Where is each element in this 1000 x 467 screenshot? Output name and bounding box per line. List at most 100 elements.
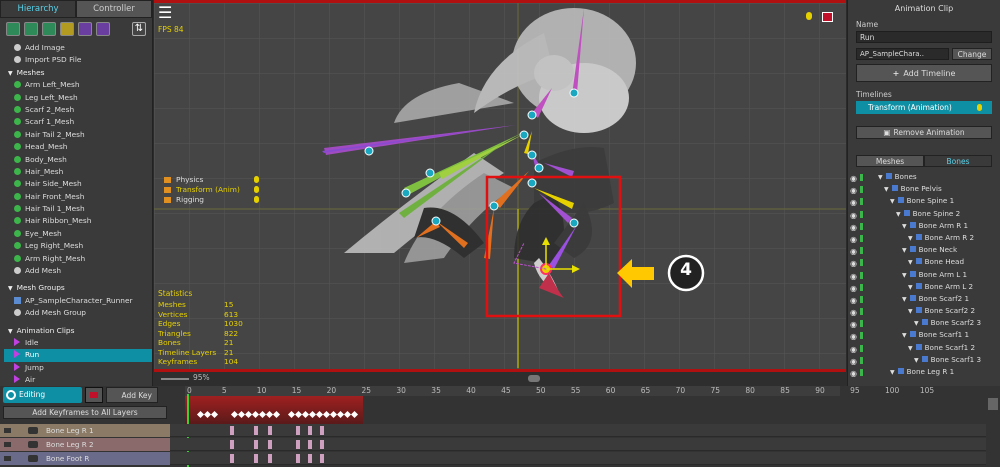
- meshes-header[interactable]: ▼ Meshes: [4, 67, 152, 79]
- clip-item[interactable]: Idle: [4, 337, 152, 349]
- collapse-icon[interactable]: [4, 442, 11, 447]
- mesh-item[interactable]: Arm Right_Mesh: [4, 253, 152, 265]
- mesh-item[interactable]: Eye_Mesh: [4, 228, 152, 240]
- bone-item[interactable]: ◉ ▼ Bone Spine 1: [848, 195, 1000, 207]
- timeline-track[interactable]: [170, 424, 986, 437]
- keyframe-marker[interactable]: [296, 426, 300, 435]
- timeline-ruler[interactable]: 0 5 10 15 20 25 30 35 40 45 50 55 60 65 70 75 80 85 90 95 10…: [185, 386, 934, 396]
- collapse-icon[interactable]: [4, 428, 11, 433]
- timeline-layer-row[interactable]: Bone Leg R 1: [0, 424, 170, 437]
- add-mesh-button[interactable]: Add Mesh: [4, 265, 152, 277]
- group-tool-icon[interactable]: [42, 22, 56, 36]
- mesh-item[interactable]: Head_Mesh: [4, 141, 152, 153]
- image-tool-icon[interactable]: [6, 22, 20, 36]
- keyframe-marker[interactable]: [230, 454, 234, 463]
- eye-icon[interactable]: ◉: [850, 368, 857, 380]
- keyframe-marker[interactable]: [210, 410, 219, 419]
- tab-controller[interactable]: Controller: [76, 0, 152, 18]
- mesh-item[interactable]: Arm Left_Mesh: [4, 79, 152, 91]
- timeline-layer-row[interactable]: Bone Leg R 2: [0, 438, 170, 451]
- record-icon[interactable]: [822, 12, 833, 22]
- keyframe-marker[interactable]: [230, 440, 234, 449]
- add-timeline-button[interactable]: + Add Timeline: [856, 64, 992, 82]
- clip-item[interactable]: Jump: [4, 362, 152, 374]
- bulb-icon[interactable]: [254, 196, 259, 203]
- keyframe-marker[interactable]: [296, 440, 300, 449]
- clip-item[interactable]: Air: [4, 374, 152, 386]
- bone-item[interactable]: ◉ ▼ Bone Arm L 2: [848, 281, 1000, 293]
- import-psd-button[interactable]: Import PSD File: [4, 54, 152, 66]
- add-key-button[interactable]: Add Key: [106, 387, 158, 403]
- keyframe-marker[interactable]: [272, 410, 281, 419]
- editing-toggle[interactable]: Editing: [3, 387, 82, 403]
- bone-item[interactable]: ◉ ▼ Bone Scarf1 1: [848, 329, 1000, 341]
- keyframe-marker[interactable]: [308, 454, 312, 463]
- zoom-slider[interactable]: [161, 378, 189, 380]
- mesh-groups-header[interactable]: ▼ Mesh Groups: [4, 282, 152, 294]
- mesh-item[interactable]: Hair Side_Mesh: [4, 178, 152, 190]
- keyframe-marker[interactable]: [308, 440, 312, 449]
- mesh-item[interactable]: Leg Left_Mesh: [4, 92, 152, 104]
- bone-item[interactable]: ◉ ▼ Bone Arm R 2: [848, 232, 1000, 244]
- add-mesh-group-button[interactable]: Add Mesh Group: [4, 307, 152, 319]
- keyframe-marker[interactable]: [254, 454, 258, 463]
- bone-item[interactable]: ◉ ▼ Bone Scarf1 2: [848, 342, 1000, 354]
- layer-item[interactable]: Physics: [158, 175, 259, 185]
- mesh-item[interactable]: Hair_Mesh: [4, 166, 152, 178]
- keyframe-marker[interactable]: [320, 440, 324, 449]
- bone-item[interactable]: ◉ ▼ Bone Scarf1 3: [848, 354, 1000, 366]
- remove-animation-button[interactable]: ▣ Remove Animation: [856, 126, 992, 139]
- keyframe-marker[interactable]: [296, 454, 300, 463]
- keyframe-marker[interactable]: [350, 410, 359, 419]
- bone-item[interactable]: ◉ ▼ Bones: [848, 171, 1000, 183]
- tab-bones[interactable]: Bones: [924, 155, 992, 167]
- bone-item[interactable]: ◉ ▼ Bone Arm L 1: [848, 269, 1000, 281]
- timeline-scrollbar[interactable]: [988, 398, 998, 410]
- bone-item[interactable]: ◉ ▼ Bone Arm R 1: [848, 220, 1000, 232]
- tab-hierarchy[interactable]: Hierarchy: [0, 0, 76, 18]
- add-image-button[interactable]: Add Image: [4, 42, 152, 54]
- mesh-item[interactable]: Scarf 1_Mesh: [4, 116, 152, 128]
- tab-meshes[interactable]: Meshes: [856, 155, 924, 167]
- mesh-item[interactable]: Hair Ribbon_Mesh: [4, 215, 152, 227]
- timeline-layer-row[interactable]: Bone Foot R: [0, 452, 170, 465]
- sort-icon[interactable]: ⇅: [132, 22, 146, 36]
- horizontal-scrollbar[interactable]: [528, 375, 540, 382]
- bulb-icon[interactable]: [977, 104, 982, 111]
- viewport[interactable]: 4 ☰ FPS 84 Physics Transform (Anim) Riggin…: [154, 0, 846, 372]
- bulb-icon[interactable]: [806, 12, 812, 20]
- mesh-item[interactable]: Body_Mesh: [4, 154, 152, 166]
- mesh-item[interactable]: Hair Tail 1_Mesh: [4, 203, 152, 215]
- mesh-item[interactable]: Hair Front_Mesh: [4, 191, 152, 203]
- timeline-track[interactable]: [170, 452, 986, 465]
- mesh-item[interactable]: Hair Tail 2_Mesh: [4, 129, 152, 141]
- bone-item[interactable]: ◉ ▼ Bone Scarf2 3: [848, 317, 1000, 329]
- menu-icon[interactable]: ☰: [158, 5, 172, 21]
- bone-tool-icon[interactable]: [60, 22, 74, 36]
- bone-item[interactable]: ◉ ▼ Bone Spine 2: [848, 208, 1000, 220]
- mesh-item[interactable]: Scarf 2_Mesh: [4, 104, 152, 116]
- mesh-tool-icon[interactable]: [24, 22, 38, 36]
- keyframe-marker[interactable]: [230, 426, 234, 435]
- bulb-icon[interactable]: [254, 186, 259, 193]
- bone-item[interactable]: ◉ ▼ Bone Head: [848, 256, 1000, 268]
- animation-clips-header[interactable]: ▼ Animation Clips: [4, 325, 152, 337]
- clip-name-input[interactable]: Run: [856, 31, 992, 43]
- mesh-group-item[interactable]: AP_SampleCharacter_Runner: [4, 295, 152, 307]
- timeline-item[interactable]: Transform (Animation): [856, 101, 992, 114]
- clip-item[interactable]: Run: [4, 349, 152, 362]
- keyframe-marker[interactable]: [268, 426, 272, 435]
- bone-item[interactable]: ◉ ▼ Bone Neck: [848, 244, 1000, 256]
- keyframe-marker[interactable]: [320, 426, 324, 435]
- modifier-tool-icon[interactable]: [78, 22, 92, 36]
- keyframe-marker[interactable]: [320, 454, 324, 463]
- keyframe-marker[interactable]: [254, 440, 258, 449]
- bulb-icon[interactable]: [254, 176, 259, 183]
- bone-item[interactable]: ◉ ▼ Bone Scarf2 2: [848, 305, 1000, 317]
- keyframe-marker[interactable]: [254, 426, 258, 435]
- keyframe-marker[interactable]: [268, 440, 272, 449]
- keyframe-marker[interactable]: [308, 426, 312, 435]
- collapse-icon[interactable]: [4, 456, 11, 461]
- layer-item[interactable]: Transform (Anim): [158, 185, 259, 195]
- bone-item[interactable]: ◉ ▼ Bone Leg R 1: [848, 366, 1000, 378]
